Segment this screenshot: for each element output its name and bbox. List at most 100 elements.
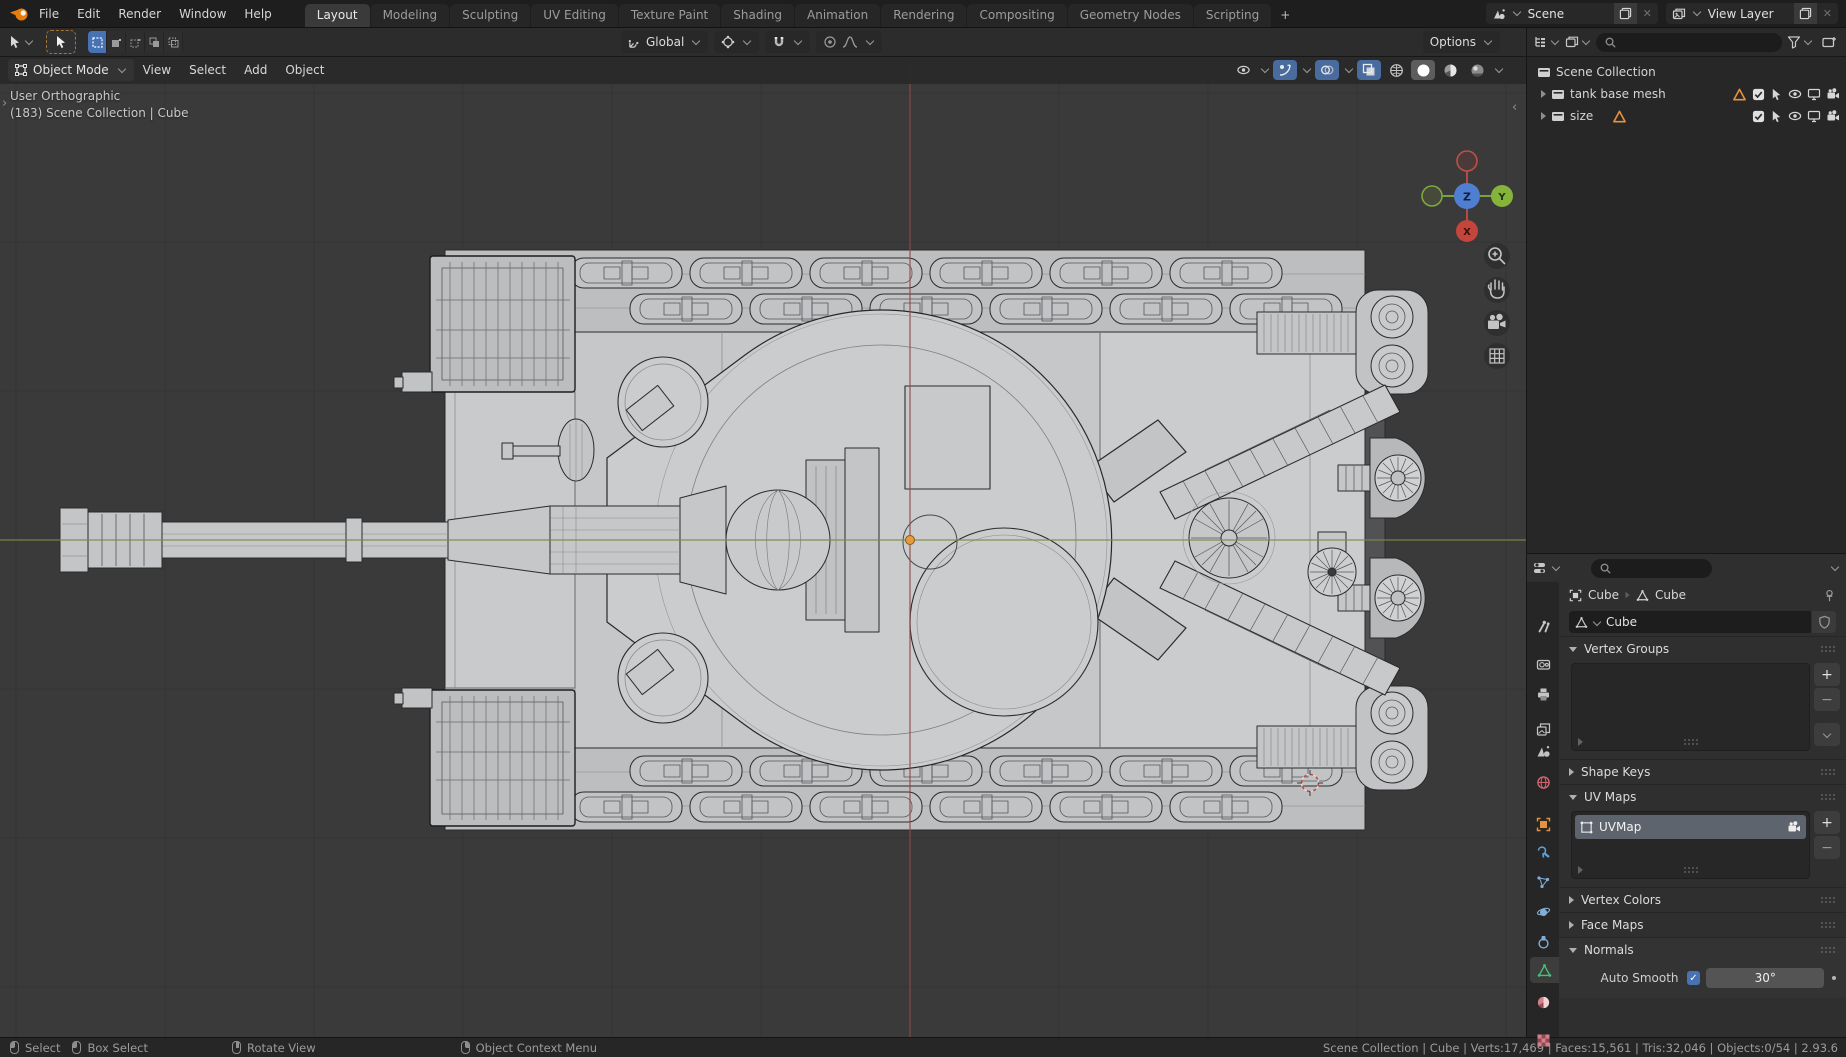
select-mode-invert[interactable] <box>145 31 164 53</box>
mesh-name-field[interactable]: Cube <box>1569 611 1811 633</box>
tab-scene[interactable] <box>1530 738 1556 764</box>
tab-shading[interactable]: Shading <box>721 4 794 27</box>
menu-edit[interactable]: Edit <box>68 0 109 28</box>
sidebar-expand-arrow[interactable]: ‹ <box>1512 100 1517 115</box>
disable-viewport-icon[interactable] <box>1807 87 1821 101</box>
shading-wireframe-button[interactable] <box>1384 60 1408 80</box>
new-collection-button[interactable] <box>1818 31 1840 53</box>
outliner-row-scene-collection[interactable]: Scene Collection <box>1527 61 1846 83</box>
collection-label[interactable]: tank base mesh <box>1570 87 1666 101</box>
tab-object[interactable] <box>1530 811 1556 837</box>
xray-toggle[interactable] <box>1357 60 1381 80</box>
scene-selector[interactable]: Scene ✕ <box>1485 3 1658 24</box>
mesh-name-value[interactable]: Cube <box>1606 615 1637 629</box>
hide-viewport-icon[interactable] <box>1788 87 1802 101</box>
select-mode-intersect[interactable] <box>164 31 183 53</box>
proportional-editing-controls[interactable] <box>816 31 883 53</box>
menu-window[interactable]: Window <box>170 0 235 28</box>
expand-arrow-icon[interactable] <box>1541 112 1546 120</box>
uv-maps-header[interactable]: UV Maps <box>1559 785 1846 809</box>
vertex-colors-header[interactable]: Vertex Colors <box>1559 888 1846 912</box>
vertex-groups-header[interactable]: Vertex Groups <box>1559 637 1846 661</box>
shading-solid-button[interactable] <box>1411 60 1435 80</box>
outliner-filter-button[interactable] <box>1787 31 1813 53</box>
drag-grip-icon[interactable] <box>1820 793 1836 801</box>
tab-compositing[interactable]: Compositing <box>967 4 1067 27</box>
list-expand-icon[interactable] <box>1578 738 1583 746</box>
vertex-group-specials-button[interactable] <box>1814 723 1840 746</box>
add-uv-map-button[interactable]: + <box>1814 811 1840 834</box>
orientation-gizmo[interactable]: Y X Z <box>1421 150 1513 242</box>
add-vertex-group-button[interactable]: + <box>1814 663 1840 686</box>
tab-world[interactable] <box>1530 769 1556 795</box>
properties-search-input[interactable] <box>1591 558 1712 578</box>
tab-object-data[interactable] <box>1530 957 1559 983</box>
collection-label[interactable]: size <box>1570 109 1593 123</box>
drag-grip-icon[interactable] <box>1820 946 1836 954</box>
properties-options-chevron-icon[interactable] <box>1830 562 1840 571</box>
new-scene-button[interactable] <box>1613 3 1637 24</box>
shading-rendered-button[interactable] <box>1465 60 1489 80</box>
select-mode-subtract[interactable] <box>126 31 145 53</box>
scene-name[interactable]: Scene <box>1528 7 1614 21</box>
view-layer-name[interactable]: View Layer <box>1708 7 1794 21</box>
auto-smooth-checkbox[interactable]: ✓ <box>1686 971 1701 985</box>
menu-help[interactable]: Help <box>235 0 280 28</box>
remove-vertex-group-button[interactable]: − <box>1814 688 1840 711</box>
tab-physics[interactable] <box>1530 898 1556 924</box>
unlink-scene-button[interactable]: ✕ <box>1637 7 1658 20</box>
tab-scripting[interactable]: Scripting <box>1193 4 1272 27</box>
tab-modifiers[interactable] <box>1530 838 1556 864</box>
active-tool-selector[interactable] <box>8 31 34 53</box>
gizmos-toggle[interactable] <box>1273 60 1297 80</box>
viewport-3d[interactable]: Object Mode View Select Add Object User … <box>0 57 1526 1037</box>
active-render-camera-icon[interactable] <box>1787 820 1801 834</box>
drag-grip-icon[interactable] <box>1820 645 1836 653</box>
select-mode-set[interactable] <box>88 31 107 53</box>
pivot-point-dropdown[interactable] <box>714 31 760 53</box>
checkbox-icon[interactable] <box>1752 88 1765 101</box>
tab-material[interactable] <box>1530 989 1556 1015</box>
visibility-dropdown[interactable] <box>1231 60 1255 80</box>
overlays-toggle[interactable] <box>1315 60 1339 80</box>
viewport-menu-add[interactable]: Add <box>235 63 276 77</box>
snap-toggle[interactable] <box>765 31 811 53</box>
vertex-groups-list[interactable] <box>1571 663 1810 751</box>
viewport-canvas[interactable] <box>0 57 1526 1037</box>
uvmap-list-item[interactable]: UVMap <box>1575 815 1806 839</box>
tab-output[interactable] <box>1530 681 1556 707</box>
drag-grip-icon[interactable] <box>1820 921 1836 929</box>
menu-render[interactable]: Render <box>109 0 170 28</box>
breadcrumb-object[interactable]: Cube <box>1588 588 1619 602</box>
add-workspace-button[interactable]: + <box>1272 4 1298 27</box>
disable-viewport-icon[interactable] <box>1807 109 1821 123</box>
face-maps-header[interactable]: Face Maps <box>1559 913 1846 937</box>
drag-grip-icon[interactable] <box>1820 896 1836 904</box>
viewport-menu-view[interactable]: View <box>134 63 180 77</box>
tab-tool[interactable] <box>1530 613 1556 639</box>
transform-orientation-dropdown[interactable]: Global <box>621 31 709 53</box>
tab-rendering[interactable]: Rendering <box>881 4 967 27</box>
select-mode-extend[interactable] <box>107 31 126 53</box>
outliner-display-mode-button[interactable] <box>1565 31 1591 53</box>
mode-dropdown[interactable]: Object Mode <box>8 59 134 81</box>
uvmap-name[interactable]: UVMap <box>1599 820 1641 834</box>
disable-render-icon[interactable] <box>1826 109 1840 123</box>
tab-texture-paint[interactable]: Texture Paint <box>618 4 721 27</box>
remove-view-layer-button[interactable]: ✕ <box>1817 7 1838 20</box>
gizmo-neg-x-ball[interactable] <box>1456 150 1478 172</box>
options-button[interactable]: Options <box>1422 31 1500 53</box>
tab-modeling[interactable]: Modeling <box>370 4 450 27</box>
remove-uv-map-button[interactable]: − <box>1814 836 1840 859</box>
tab-sculpting[interactable]: Sculpting <box>450 4 531 27</box>
drag-grip-icon[interactable] <box>1820 768 1836 776</box>
list-expand-icon[interactable] <box>1578 866 1583 874</box>
shading-material-button[interactable] <box>1438 60 1462 80</box>
fake-user-button[interactable] <box>1812 611 1836 633</box>
disable-render-icon[interactable] <box>1826 87 1840 101</box>
properties-editor-type-button[interactable] <box>1533 557 1561 579</box>
menu-file[interactable]: File <box>30 0 68 28</box>
tab-uv-editing[interactable]: UV Editing <box>531 4 618 27</box>
viewport-menu-select[interactable]: Select <box>180 63 235 77</box>
toolbar-expand-arrow[interactable]: › <box>2 96 7 111</box>
